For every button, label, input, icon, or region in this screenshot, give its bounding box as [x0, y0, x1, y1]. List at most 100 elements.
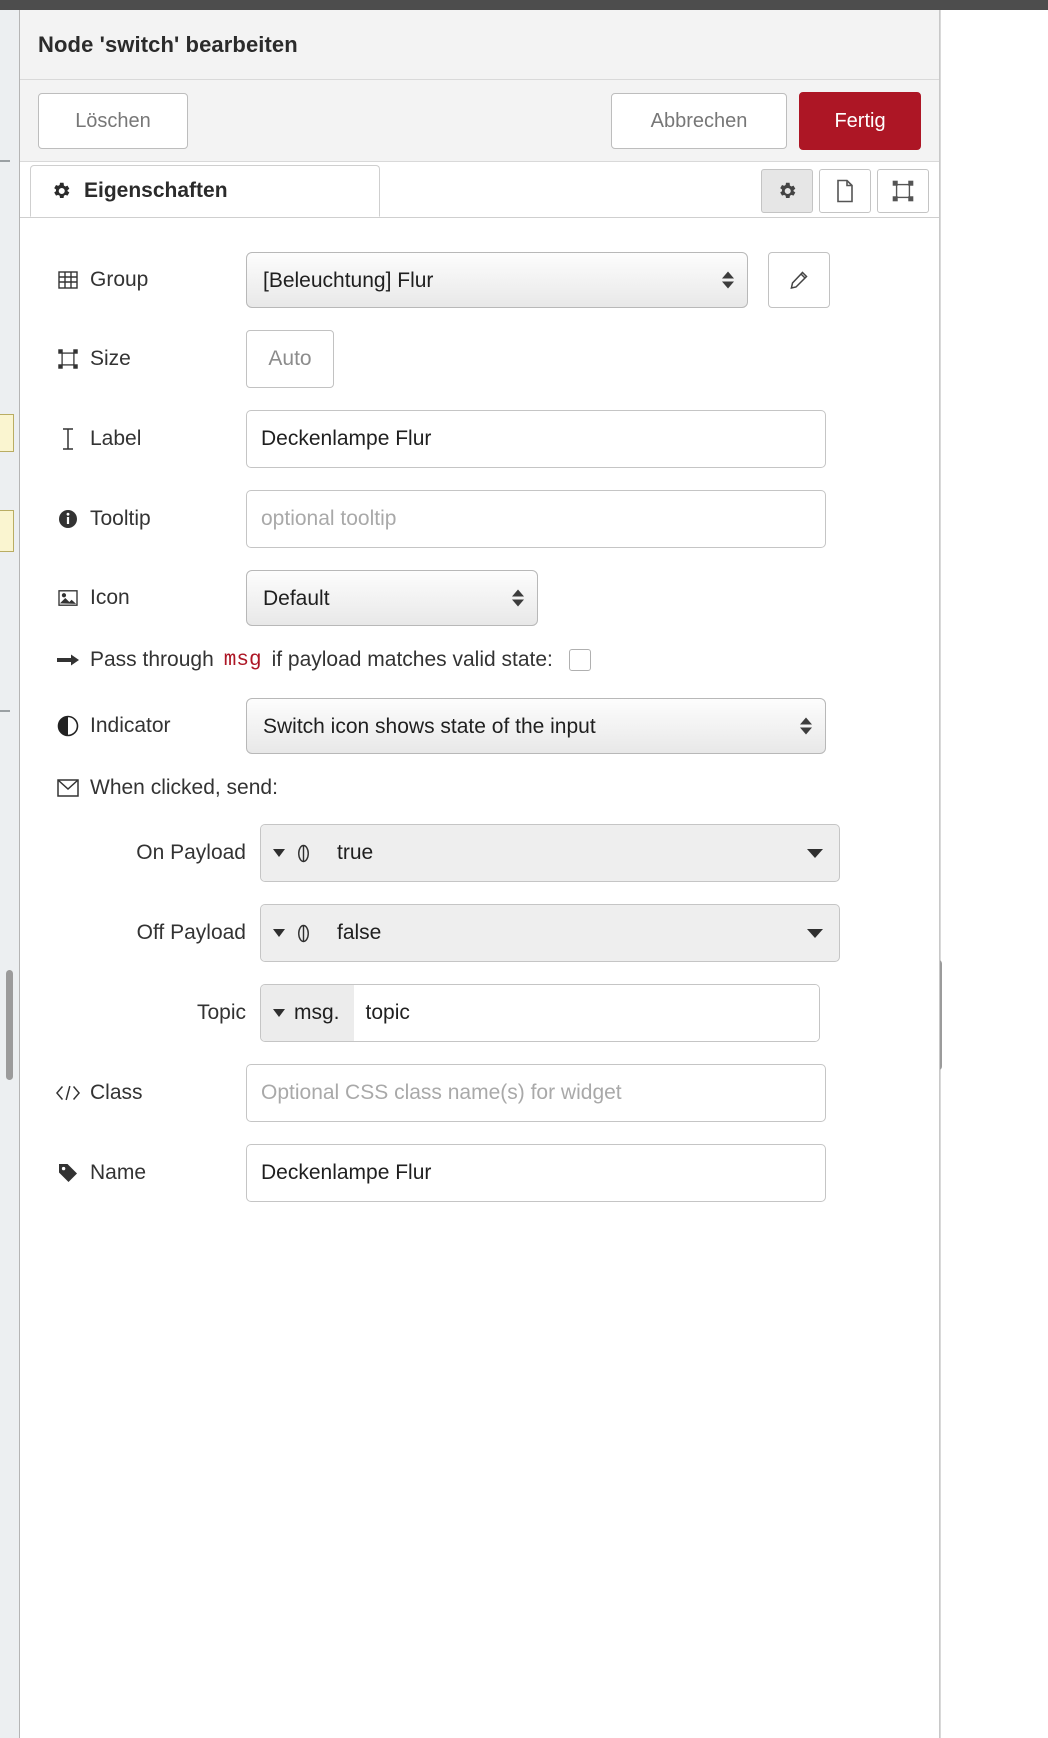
chevron-down-icon: [273, 849, 285, 857]
properties-icon-button[interactable]: [761, 169, 813, 213]
on-payload-type-button[interactable]: [261, 825, 325, 881]
description-icon-button[interactable]: [819, 169, 871, 213]
dialog-title: Node 'switch' bearbeiten: [38, 31, 298, 57]
name-label: Name: [90, 1161, 147, 1184]
contrast-icon: [56, 714, 80, 738]
dialog-header: Node 'switch' bearbeiten: [20, 10, 939, 80]
edit-group-button[interactable]: [768, 252, 830, 308]
image-icon: [56, 586, 80, 610]
properties-form: Group [Beleuchtung] Flur Size Auto Label…: [20, 218, 939, 1738]
name-input[interactable]: [246, 1144, 826, 1202]
topic-typed-input: msg. topic: [260, 984, 820, 1042]
size-button[interactable]: Auto: [246, 330, 334, 388]
label-input[interactable]: [246, 410, 826, 468]
envelope-icon: [56, 776, 80, 800]
indicator-select[interactable]: Switch icon shows state of the input: [246, 698, 826, 754]
when-clicked-heading: When clicked, send:: [20, 776, 939, 800]
on-payload-typed-input: true: [260, 824, 840, 882]
form-row-class: Class: [20, 1064, 939, 1122]
text-cursor-icon: [56, 427, 80, 451]
tab-properties-label: Eigenschaften: [84, 179, 228, 202]
done-button[interactable]: Fertig: [799, 91, 921, 150]
passthrough-text-before: Pass through: [90, 648, 214, 671]
tooltip-label: Tooltip: [90, 507, 151, 530]
size-label-cell: Size: [56, 347, 246, 371]
canvas-edge-tick: [0, 160, 10, 162]
edit-node-dialog: Node 'switch' bearbeiten Löschen Abbrech…: [20, 10, 940, 1738]
indicator-label-cell: Indicator: [56, 714, 246, 738]
code-icon: [56, 1081, 80, 1105]
on-payload-label-cell: On Payload: [56, 841, 246, 865]
form-bottom-space: [20, 1224, 939, 1524]
form-row-on-payload: On Payload true: [20, 824, 939, 882]
passthrough-text-after: if payload matches valid state:: [271, 648, 553, 671]
tooltip-label-cell: Tooltip: [56, 507, 246, 531]
dialog-tabs-bar: Eigenschaften: [20, 162, 939, 218]
label-label: Label: [90, 427, 142, 450]
table-icon: [56, 268, 80, 292]
topic-prefix: msg.: [294, 1001, 340, 1024]
off-payload-label: Off Payload: [136, 921, 246, 944]
arrow-right-icon: [56, 648, 80, 672]
group-label: Group: [90, 268, 149, 291]
on-payload-label: On Payload: [136, 841, 246, 864]
gear-icon: [775, 179, 799, 203]
cancel-button[interactable]: Abbrechen: [611, 92, 787, 149]
off-payload-dropdown-caret[interactable]: [807, 905, 839, 961]
info-icon: [56, 507, 80, 531]
canvas-scrollbar[interactable]: [6, 970, 13, 1080]
on-payload-dropdown-caret[interactable]: [807, 825, 839, 881]
label-label-cell: Label: [56, 427, 246, 451]
topic-value[interactable]: topic: [353, 985, 819, 1041]
form-row-name: Name: [20, 1144, 939, 1202]
passthrough-row: Pass through msg if payload matches vali…: [20, 648, 939, 672]
appearance-icon-button[interactable]: [877, 169, 929, 213]
tag-icon: [56, 1161, 80, 1185]
topic-type-button[interactable]: msg.: [261, 985, 354, 1041]
canvas-node-partial[interactable]: [0, 414, 14, 452]
tooltip-input[interactable]: [246, 490, 826, 548]
icon-select[interactable]: Default: [246, 570, 538, 626]
document-icon: [833, 179, 857, 203]
editor-top-strip: [0, 0, 1048, 10]
chevron-down-icon: [273, 1009, 285, 1017]
pencil-icon: [787, 268, 811, 292]
form-row-group: Group [Beleuchtung] Flur: [20, 252, 939, 308]
group-select-wrap: [Beleuchtung] Flur: [246, 252, 748, 308]
tab-properties[interactable]: Eigenschaften: [30, 165, 380, 217]
class-label: Class: [90, 1081, 143, 1104]
icon-select-wrap: Default: [246, 570, 538, 626]
dialog-action-bar: Löschen Abbrechen Fertig: [20, 80, 939, 162]
topic-label-cell: Topic: [56, 1001, 246, 1025]
form-row-label: Label: [20, 410, 939, 468]
editor-right-sliver: [940, 10, 1048, 1738]
group-label-cell: Group: [56, 268, 246, 292]
passthrough-checkbox[interactable]: [568, 649, 591, 671]
group-select[interactable]: [Beleuchtung] Flur: [246, 252, 748, 308]
flow-canvas-left-sliver: [0, 10, 20, 1738]
canvas-node-partial[interactable]: [0, 510, 14, 552]
icon-label-cell: Icon: [56, 586, 246, 610]
chevron-down-icon: [273, 929, 285, 937]
form-row-size: Size Auto: [20, 330, 939, 388]
icon-label: Icon: [90, 586, 130, 609]
indicator-label: Indicator: [90, 714, 171, 737]
indicator-select-wrap: Switch icon shows state of the input: [246, 698, 826, 754]
form-row-topic: Topic msg. topic: [20, 984, 939, 1042]
delete-button[interactable]: Löschen: [38, 92, 188, 149]
form-row-tooltip: Tooltip: [20, 490, 939, 548]
form-row-off-payload: Off Payload false: [20, 904, 939, 962]
size-label: Size: [90, 347, 131, 370]
name-label-cell: Name: [56, 1161, 246, 1185]
off-payload-typed-input: false: [260, 904, 840, 962]
class-label-cell: Class: [56, 1081, 246, 1105]
layout-icon: [891, 179, 915, 203]
off-payload-type-button[interactable]: [261, 905, 325, 961]
on-payload-value[interactable]: true: [325, 825, 807, 881]
screen: Node 'switch' bearbeiten Löschen Abbrech…: [0, 0, 1048, 1738]
tab-icon-group: [761, 169, 929, 217]
off-payload-value[interactable]: false: [325, 905, 807, 961]
when-clicked-label: When clicked, send:: [90, 776, 278, 799]
canvas-edge-tick: [0, 710, 10, 712]
class-input[interactable]: [246, 1064, 826, 1122]
